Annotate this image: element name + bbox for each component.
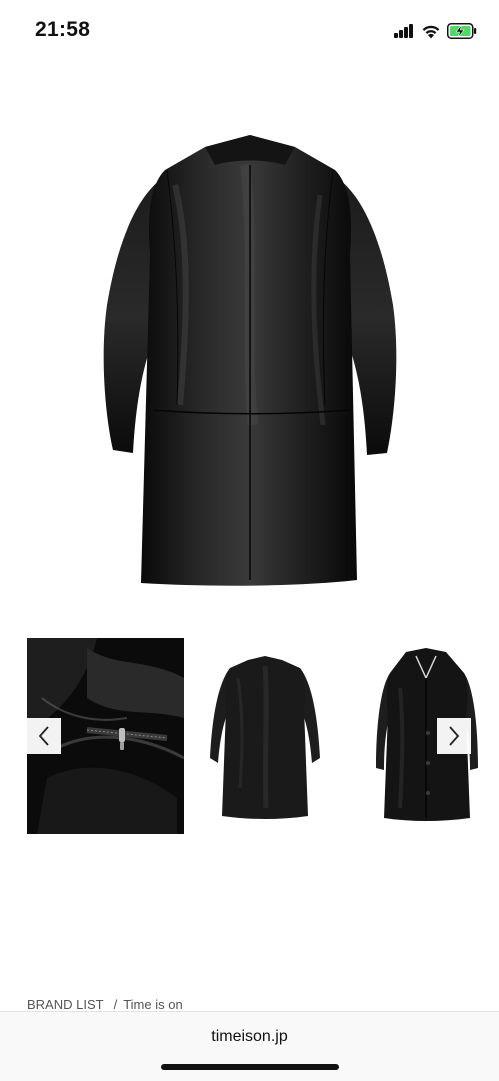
breadcrumb-separator: /: [113, 997, 118, 1012]
breadcrumb-item-brand-list[interactable]: BRAND LIST: [27, 997, 104, 1012]
product-main-image[interactable]: [95, 125, 405, 595]
battery-charging-icon: [447, 23, 477, 39]
status-time: 21:58: [35, 18, 91, 41]
breadcrumb-item-brand[interactable]: Time is on: [123, 997, 182, 1012]
thumbnail-carousel: [0, 638, 499, 836]
chevron-left-icon: [38, 726, 49, 746]
chevron-right-icon: [449, 726, 460, 746]
url-text[interactable]: timeison.jp: [0, 1028, 499, 1046]
status-bar: 21:58: [0, 0, 499, 60]
carousel-next-button[interactable]: [437, 718, 471, 754]
carousel-prev-button[interactable]: [27, 718, 61, 754]
thumbnail-coat-back[interactable]: [200, 638, 330, 834]
home-indicator[interactable]: [161, 1064, 339, 1070]
breadcrumb: BRAND LIST / Time is on: [27, 997, 183, 1012]
status-icons: [394, 22, 477, 40]
browser-address-bar[interactable]: timeison.jp: [0, 1011, 499, 1081]
wifi-icon: [422, 25, 440, 38]
signal-icon: [394, 24, 414, 38]
